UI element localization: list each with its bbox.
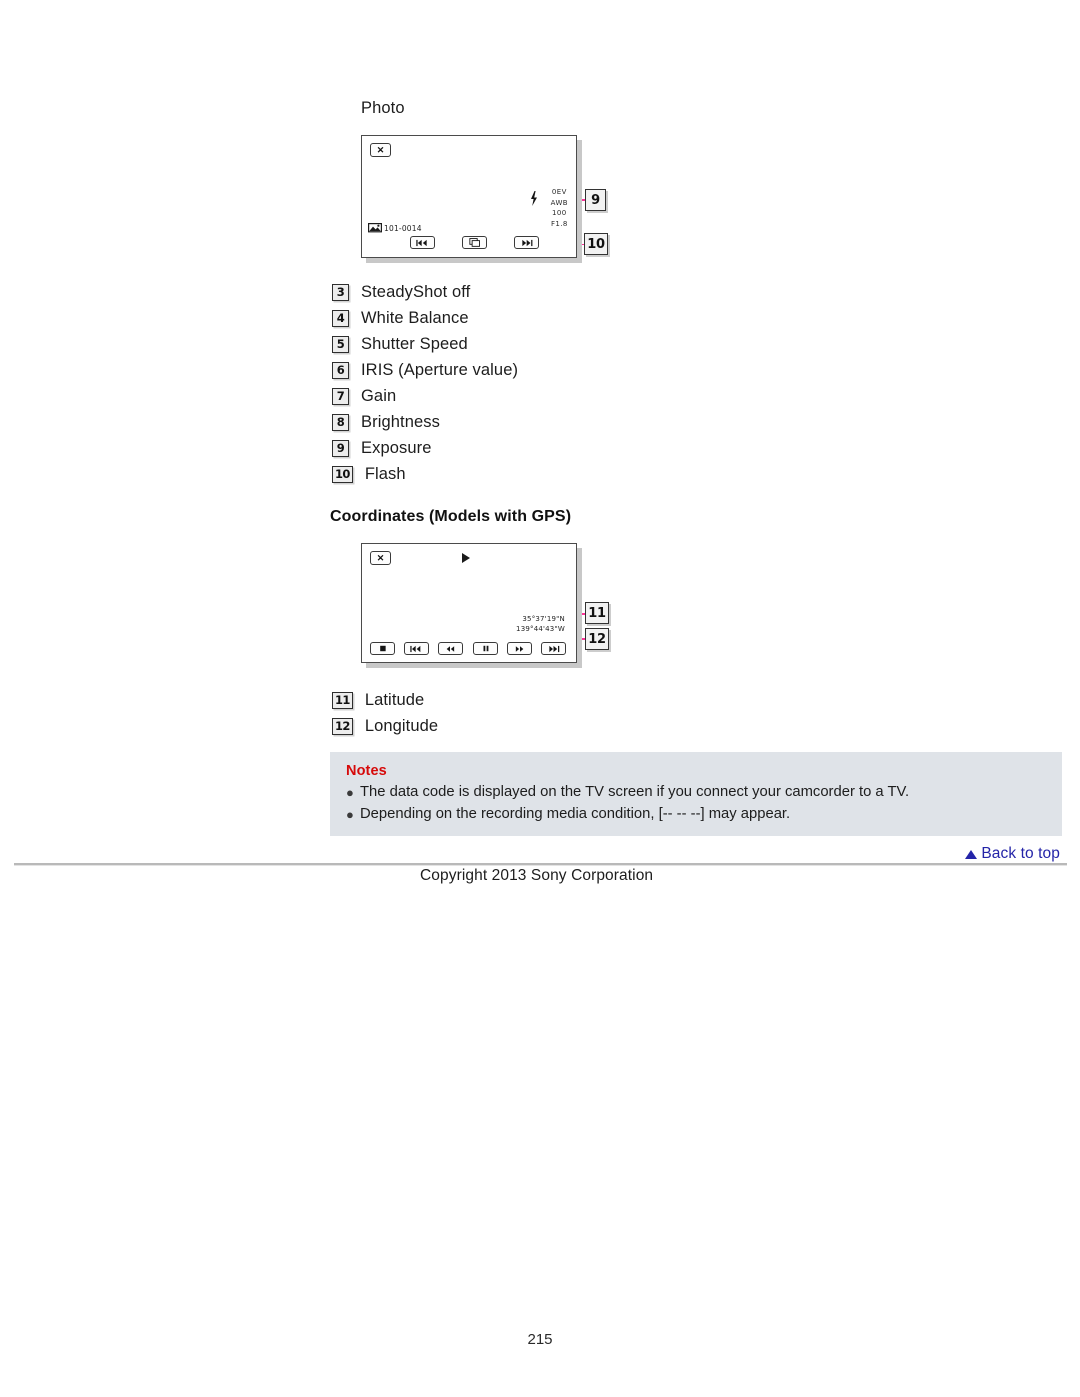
item-label: Longitude xyxy=(364,716,439,735)
list-item: 3 SteadyShot off xyxy=(332,279,752,305)
copyright-text: Copyright 2013 Sony Corporation xyxy=(420,867,654,884)
item-number-badge: 7 xyxy=(332,387,349,405)
callout-number: 10 xyxy=(587,236,605,252)
close-icon[interactable]: ✕ xyxy=(370,143,391,157)
callout-number: 9 xyxy=(591,192,600,208)
callout-box-11: 11 xyxy=(585,602,609,624)
bullet-icon: ● xyxy=(346,785,354,800)
item-label: Flash xyxy=(364,464,406,483)
play-icon xyxy=(462,553,470,563)
callout-number: 12 xyxy=(588,631,606,647)
list-item: 12 Longitude xyxy=(332,713,752,739)
item-number-badge: 9 xyxy=(332,439,349,457)
item-label: Brightness xyxy=(361,412,440,431)
item-number-badge: 5 xyxy=(332,335,349,353)
photo-file-icon xyxy=(368,223,382,233)
photo-playback-screen: ✕ 0EV AWB 100 F1.8 101-0014 xyxy=(361,135,577,258)
stop-icon xyxy=(379,645,386,652)
next-icon xyxy=(549,645,560,652)
list-item: 6 IRIS (Aperture value) xyxy=(332,357,752,383)
callout-box-10: 10 xyxy=(584,233,608,255)
item-number-badge: 8 xyxy=(332,413,349,431)
item-number-badge: 6 xyxy=(332,361,349,379)
pause-icon xyxy=(483,645,488,652)
list-item: 8 Brightness xyxy=(332,409,752,435)
exposure-value: 0EV xyxy=(551,188,567,196)
shooting-info-stack: 0EV AWB 100 F1.8 xyxy=(551,187,568,229)
iso-value: 100 xyxy=(552,209,567,217)
next-icon xyxy=(522,239,533,246)
gps-coordinates: 35°37'19"N 139°44'43"W xyxy=(516,615,565,634)
fast-forward-button[interactable] xyxy=(507,642,532,655)
item-label: SteadyShot off xyxy=(361,282,471,301)
item-label: IRIS (Aperture value) xyxy=(361,360,519,379)
previous-button[interactable] xyxy=(410,236,435,249)
close-glyph: ✕ xyxy=(376,144,385,155)
item-number-badge: 10 xyxy=(332,465,353,483)
stop-button[interactable] xyxy=(370,642,395,655)
item-label: Shutter Speed xyxy=(361,334,468,353)
list-item: 7 Gain xyxy=(332,383,752,409)
rewind-icon xyxy=(446,645,455,652)
document-page: Photo 9 10 ✕ 0EV AWB 100 F1.8 101-0014 3… xyxy=(0,0,1080,1397)
item-number-badge: 4 xyxy=(332,309,349,327)
item-number-badge: 11 xyxy=(332,691,353,709)
item-label: Latitude xyxy=(364,690,425,709)
notes-box: Notes ● The data code is displayed on th… xyxy=(330,752,1062,836)
callout-box-9: 9 xyxy=(585,189,606,211)
flash-icon xyxy=(531,191,537,206)
aperture-value: F1.8 xyxy=(550,219,568,228)
list-item: 9 Exposure xyxy=(332,435,752,461)
longitude-value: 139°44'43"W xyxy=(516,624,565,633)
callout-number: 11 xyxy=(588,605,606,621)
item-number-badge: 12 xyxy=(332,717,353,735)
photo-playback-button[interactable] xyxy=(462,236,487,249)
item-label: White Balance xyxy=(361,308,469,327)
item-number-badge: 3 xyxy=(332,283,349,301)
photo-label: Photo xyxy=(361,99,405,117)
pause-button[interactable] xyxy=(473,642,498,655)
item-label: Exposure xyxy=(361,438,432,457)
list-item: 10 Flash xyxy=(332,461,752,487)
file-number: 101-0014 xyxy=(384,224,422,233)
slideshow-icon xyxy=(468,238,480,247)
page-number: 215 xyxy=(527,1331,553,1348)
next-button[interactable] xyxy=(541,642,566,655)
latitude-value: 35°37'19"N xyxy=(522,615,565,623)
white-balance-value: AWB xyxy=(550,198,568,207)
previous-button[interactable] xyxy=(404,642,429,655)
list-item: 5 Shutter Speed xyxy=(332,331,752,357)
note-item: ● Depending on the recording media condi… xyxy=(346,805,1062,824)
back-to-top-label: Back to top xyxy=(981,845,1060,862)
list-item: 11 Latitude xyxy=(332,687,752,713)
note-text: The data code is displayed on the TV scr… xyxy=(360,784,910,800)
notes-title: Notes xyxy=(346,763,387,779)
triangle-up-icon xyxy=(965,849,978,859)
note-text: Depending on the recording media conditi… xyxy=(360,806,791,822)
previous-icon xyxy=(410,645,421,652)
data-code-item-list: 3 SteadyShot off 4 White Balance 5 Shutt… xyxy=(332,279,752,487)
previous-icon xyxy=(416,239,427,246)
bullet-icon: ● xyxy=(346,807,354,822)
back-to-top-link[interactable]: Back to top xyxy=(965,845,1060,863)
coordinates-heading: Coordinates (Models with GPS) xyxy=(330,508,572,525)
gps-playback-screen: ✕ 35°37'19"N 139°44'43"W xyxy=(361,543,577,663)
list-item: 4 White Balance xyxy=(332,305,752,331)
note-item: ● The data code is displayed on the TV s… xyxy=(346,783,1062,802)
item-label: Gain xyxy=(361,386,397,405)
close-glyph: ✕ xyxy=(376,552,385,563)
rewind-button[interactable] xyxy=(438,642,463,655)
close-icon[interactable]: ✕ xyxy=(370,551,391,565)
callout-box-12: 12 xyxy=(585,628,609,650)
next-button[interactable] xyxy=(514,236,539,249)
coordinates-item-list: 11 Latitude 12 Longitude xyxy=(332,687,752,739)
fast-forward-icon xyxy=(515,645,524,652)
footer-divider xyxy=(14,863,1067,866)
